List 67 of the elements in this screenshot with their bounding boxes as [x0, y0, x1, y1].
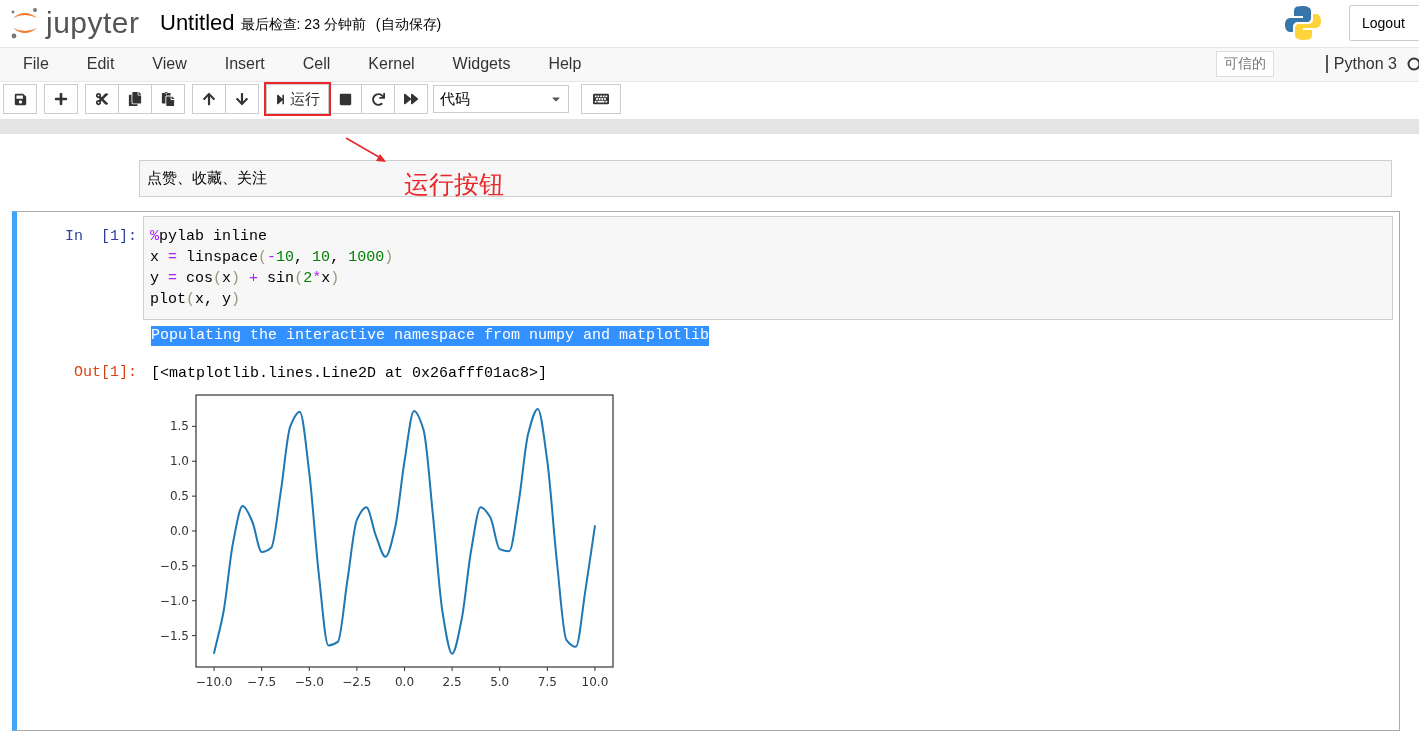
- stream-output: Populating the interactive namespace from numpy and matplotlib: [151, 326, 710, 346]
- fast-forward-icon: [404, 92, 418, 107]
- menu-item[interactable]: Widgets: [452, 55, 511, 74]
- logo-icon: [10, 6, 40, 41]
- x-tick-label: 10.0: [581, 675, 609, 689]
- x-tick-label: 0.0: [394, 675, 415, 689]
- result-output: [<matplotlib.lines.Line2D at 0x26afff01ac8>]: [151, 364, 548, 384]
- menu-item[interactable]: Cell: [302, 55, 331, 74]
- copy-button[interactable]: [118, 84, 152, 115]
- menu-item[interactable]: Insert: [224, 55, 265, 74]
- logout-button[interactable]: Logout: [1349, 5, 1419, 42]
- logo-text: jupyter: [46, 6, 140, 41]
- code-line: y = cos(x) + sin(2*x): [150, 269, 340, 289]
- step-forward-icon: [275, 93, 286, 105]
- keyboard-button[interactable]: [581, 84, 621, 115]
- menu-item[interactable]: Kernel: [368, 55, 415, 74]
- restart-button[interactable]: [361, 84, 395, 115]
- cut-button[interactable]: [85, 84, 119, 115]
- copy-icon: [128, 92, 142, 107]
- x-tick-label: 5.0: [490, 675, 510, 689]
- arrow-down-icon: [235, 92, 249, 107]
- x-tick-label: 2.5: [442, 675, 462, 689]
- y-tick-label: 1.0: [169, 454, 189, 469]
- menu-item[interactable]: Help: [548, 55, 582, 74]
- code-cell[interactable]: [12, 211, 1400, 731]
- paste-button[interactable]: [151, 84, 185, 115]
- y-tick-label: −1.5: [159, 628, 189, 643]
- save-button[interactable]: [3, 84, 37, 115]
- menu-item[interactable]: File: [23, 55, 49, 74]
- scissors-icon: [95, 92, 109, 107]
- menu-item[interactable]: View: [152, 55, 187, 74]
- y-tick-label: −1.0: [159, 593, 189, 608]
- output-prompt: Out[1]:: [73, 363, 138, 381]
- up-button[interactable]: [192, 84, 226, 115]
- stop-icon: [338, 92, 352, 106]
- notebook-title[interactable]: Untitled: [160, 10, 235, 37]
- plus-icon: [54, 92, 68, 107]
- code-editor[interactable]: %pylab inline x = linspace(-10, 10, 1000) y = cos(x) + sin(2*x) plot(x, y): [143, 216, 1393, 320]
- code-line: x = linspace(-10, 10, 1000): [150, 248, 394, 268]
- trusted-indicator[interactable]: 可信的: [1215, 51, 1274, 78]
- x-tick-label: −10.0: [195, 675, 233, 689]
- x-tick-label: 7.5: [537, 675, 557, 689]
- input-prompt: In [1]:: [64, 227, 138, 245]
- x-tick-label: −2.5: [342, 675, 372, 689]
- autosave-status: (自动保存): [375, 16, 442, 35]
- menu-item[interactable]: Edit: [86, 55, 115, 74]
- checkpoint-status: 最后检查: 23 分钟前: [240, 16, 366, 35]
- run-button[interactable]: 运行: [266, 84, 329, 115]
- y-tick-label: 0.5: [169, 489, 189, 504]
- down-button[interactable]: [225, 84, 259, 115]
- save-icon: [13, 92, 27, 106]
- restart-icon: [371, 92, 385, 106]
- kernel-name: Python 3: [1325, 55, 1397, 74]
- x-tick-label: −7.5: [247, 675, 277, 689]
- y-tick-label: 1.5: [169, 419, 189, 434]
- y-tick-label: 0.0: [169, 524, 189, 538]
- python-logo-icon: [1284, 4, 1322, 43]
- runall-button[interactable]: [394, 84, 428, 115]
- arrow-up-icon: [202, 92, 216, 107]
- paste-icon: [161, 92, 175, 107]
- kernel-idle-icon: [1407, 57, 1419, 72]
- add-button[interactable]: [44, 84, 78, 115]
- y-tick-label: −0.5: [159, 558, 189, 573]
- code-line: %pylab inline: [150, 227, 268, 247]
- cell-type-select[interactable]: 代码: [433, 85, 569, 114]
- x-tick-label: −5.0: [294, 675, 324, 689]
- code-line: plot(x, y): [150, 290, 241, 310]
